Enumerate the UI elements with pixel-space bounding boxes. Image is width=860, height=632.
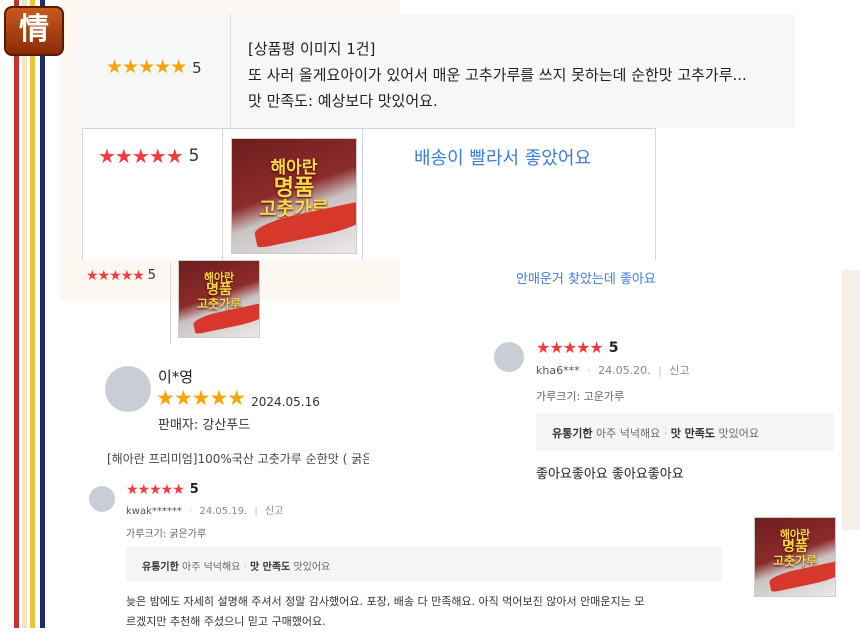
tag-value: 아주 넉넉해요 [595, 427, 661, 440]
review-1-taste: 맛 만족도: 예상보다 맛있어요. [248, 92, 438, 110]
review-5-rating: ★★★★★ 5 [536, 338, 619, 357]
rating-score: 5 [147, 268, 157, 283]
review-4-date: 2024.05.16 [251, 394, 320, 409]
tag-label: 유통기한 [142, 562, 179, 573]
tag-value: 맛있어요 [293, 562, 331, 573]
review-1-image-count: [상품평 이미지 1건] [248, 40, 376, 58]
review-2-text: 배송이 빨라서 좋았어요 [414, 148, 592, 169]
review-5-meta: kha6*** · 24.05.20. | 신고 [536, 364, 690, 377]
rating-score: 5 [192, 58, 202, 77]
avatar [105, 366, 151, 412]
review-6-rating: ★★★★★ 5 [126, 482, 199, 497]
review-2-rating: ★★★★★ 5 [98, 146, 199, 166]
rating-stars: ★★★★★ [156, 386, 246, 410]
review-5-user: kha6*** [536, 364, 580, 377]
review-1-rating: ★★★★★ 5 [106, 58, 202, 77]
review-2-divider-a [222, 128, 223, 260]
stripe-gold [30, 0, 35, 628]
review-6-product-image[interactable]: 해아란 명품 고춧가루 [754, 517, 836, 597]
stripe-red [14, 0, 19, 628]
review-3-rating: ★★★★★ 5 [86, 268, 156, 283]
review-2-product-image[interactable]: 해아란 명품 고춧가루 [231, 138, 357, 254]
review-5-option: 가루크기: 고운가루 [536, 390, 625, 403]
review-4-rating: ★★★★★ 2024.05.16 [156, 388, 320, 409]
report-link[interactable]: 신고 [669, 364, 689, 377]
rating-stars: ★★★★★ [106, 56, 187, 78]
tag-label: 맛 만족도 [670, 427, 716, 440]
avatar [89, 486, 115, 512]
right-edge-tint [842, 270, 860, 530]
rating-stars: ★★★★★ [98, 144, 184, 168]
review-3-text: 안매운거 찾았는데 좋아요 [516, 272, 656, 287]
review-1-divider [230, 14, 231, 128]
tag-label: 유통기한 [552, 427, 593, 440]
rating-score: 5 [188, 146, 200, 166]
tag-label: 맛 만족도 [249, 562, 291, 573]
review-6-text-line-1: 늦은 밤에도 자세히 설명해 주셔서 정말 감사했어요. 포장, 배송 다 만족… [126, 595, 645, 608]
review-6-meta: kwak****** · 24.05.19. | 신고 [126, 506, 284, 517]
rating-score: 5 [608, 340, 619, 356]
review-6-text-line-2: 르겠지만 추천해 주셨으니 믿고 구매했어요. [126, 615, 326, 628]
review-4-seller: 판매자: 강산푸드 [158, 418, 251, 433]
stripe-navy [40, 0, 45, 628]
review-5-text: 좋아요좋아요 좋아요좋아요 [536, 467, 684, 482]
review-6-date: 24.05.19. [199, 506, 248, 517]
review-6-option: 가루크기: 굵은가루 [126, 529, 207, 540]
tag-value: 아주 넉넉해요 [182, 562, 241, 573]
review-3-product-image[interactable]: 해아란 명품 고춧가루 [178, 260, 260, 338]
review-1-body[interactable]: [상품평 이미지 1건] 또 사러 올게요아이가 있어서 매운 고추가루를 쓰지… [248, 36, 747, 114]
rating-stars: ★★★★★ [126, 481, 185, 498]
report-link[interactable]: 신고 [265, 506, 283, 517]
tag-value: 맛있어요 [718, 427, 759, 440]
rating-score: 5 [189, 482, 199, 497]
package-name-1: 명품 [782, 539, 808, 556]
package-brand: 해아란 [270, 157, 318, 178]
avatar [494, 342, 524, 372]
review-6-tag-text: 유통기한 아주 넉넉해요 · 맛 만족도 맛있어요 [142, 562, 331, 573]
package-name-1: 명품 [206, 282, 232, 299]
stripe-cream [22, 0, 27, 628]
package-name-1: 명품 [273, 176, 315, 202]
logo-char: 情 [19, 12, 49, 47]
review-4-product[interactable]: [해아란 프리미엄]100%국산 고춧가루 순한맛 ( 굵은 [107, 450, 369, 467]
review-1-text: 또 사러 올게요아이가 있어서 매운 고추가루를 쓰지 못하는데 순한맛 고추가… [248, 66, 747, 84]
review-6-text: 늦은 밤에도 자세히 설명해 주셔서 정말 감사했어요. 포장, 배송 다 만족… [126, 592, 726, 632]
review-5-date: 24.05.20. [598, 364, 651, 377]
logo-icon: 情 [4, 6, 64, 56]
review-2-divider-b [362, 128, 363, 260]
rating-stars: ★★★★★ [536, 338, 604, 357]
rating-stars: ★★★★★ [86, 267, 145, 284]
review-3-divider [170, 262, 171, 344]
review-4-user: 이*영 [158, 368, 194, 386]
review-6-user: kwak****** [126, 506, 182, 517]
review-5-tag-text: 유통기한 아주 넉넉해요 · 맛 만족도 맛있어요 [552, 427, 759, 440]
